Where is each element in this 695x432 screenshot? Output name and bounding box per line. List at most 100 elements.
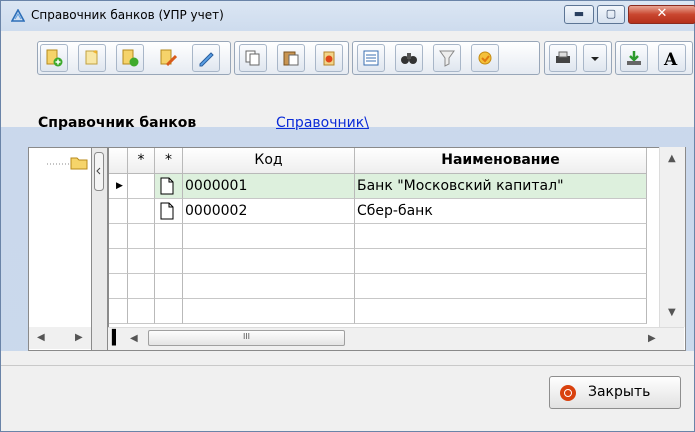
footer-divider: [1, 365, 694, 366]
add-copy-button[interactable]: [78, 44, 106, 72]
delete-button[interactable]: [315, 44, 343, 72]
refresh-button[interactable]: [471, 44, 499, 72]
dialog-footer: Закрыть: [1, 351, 694, 431]
table-cell[interactable]: [155, 249, 183, 274]
row-marker-icon: ▍: [112, 330, 123, 346]
cell-name[interactable]: Сбер-банк: [355, 199, 647, 224]
table-cell[interactable]: [128, 199, 155, 224]
document-icon: [160, 177, 174, 195]
table-cell[interactable]: [355, 274, 647, 299]
table-cell[interactable]: [155, 299, 183, 324]
table-cell[interactable]: [155, 199, 183, 224]
scroll-right-icon[interactable]: ▶: [648, 333, 656, 344]
row-indicator[interactable]: [109, 274, 128, 299]
grid-vertical-scrollbar[interactable]: ▲ ▼: [659, 147, 685, 327]
scroll-left-icon[interactable]: ◀: [130, 333, 138, 344]
table-cell[interactable]: [128, 224, 155, 249]
column-header-mark2[interactable]: *: [155, 148, 183, 174]
scroll-up-icon[interactable]: ▲: [668, 153, 676, 164]
toolbar-group-print: [544, 41, 612, 75]
minimize-button[interactable]: ▬: [564, 5, 594, 24]
row-indicator[interactable]: [109, 249, 128, 274]
table-cell[interactable]: [155, 174, 183, 199]
scroll-right-icon[interactable]: ▶: [75, 332, 83, 343]
row-indicator[interactable]: [109, 299, 128, 324]
edit-icon: [160, 49, 177, 67]
table-cell[interactable]: [128, 249, 155, 274]
add-group-icon: [122, 49, 139, 67]
copy-button[interactable]: [239, 44, 267, 72]
scroll-down-icon[interactable]: ▼: [668, 307, 676, 318]
table-cell[interactable]: [155, 274, 183, 299]
print-icon: [556, 51, 570, 63]
list-button[interactable]: [357, 44, 385, 72]
toolbar-group-edit: [37, 41, 231, 75]
toolbar-group-clipboard: [234, 41, 349, 75]
folder-tree[interactable]: [28, 147, 92, 351]
cell-name[interactable]: Банк "Московский капитал": [355, 174, 647, 199]
font-icon: A: [663, 50, 678, 67]
table-cell[interactable]: [183, 249, 355, 274]
font-button[interactable]: A: [658, 44, 686, 72]
close-power-icon: [560, 385, 576, 401]
print-button[interactable]: [549, 44, 577, 72]
dialog-window: Справочник банков (УПР учет) ▬ ▢ ✕ A Спр…: [0, 0, 695, 432]
table-cell[interactable]: [355, 299, 647, 324]
table-cell[interactable]: [355, 249, 647, 274]
copy-icon: [245, 50, 260, 66]
row-indicator[interactable]: [109, 224, 128, 249]
add-icon: [46, 49, 63, 67]
app-icon: [11, 9, 25, 22]
table-cell[interactable]: [183, 224, 355, 249]
pencil-icon: [199, 52, 214, 67]
table-cell[interactable]: [128, 274, 155, 299]
cell-code[interactable]: 0000002: [183, 199, 355, 224]
horizontal-scroll-thumb[interactable]: III: [148, 330, 345, 346]
splitter-handle-icon: [94, 152, 104, 191]
table-cell[interactable]: [183, 299, 355, 324]
filter-button[interactable]: [433, 44, 461, 72]
table-cell[interactable]: [183, 274, 355, 299]
maximize-button[interactable]: ▢: [597, 5, 625, 24]
column-header-code[interactable]: Код: [183, 148, 355, 174]
export-button[interactable]: [620, 44, 648, 72]
close-icon: ✕: [656, 6, 668, 21]
minimize-icon: ▬: [573, 7, 585, 20]
print-dropdown-button[interactable]: [583, 44, 607, 72]
column-header-mark1[interactable]: *: [128, 148, 155, 174]
add-group-button[interactable]: [116, 44, 144, 72]
table-cell[interactable]: [355, 224, 647, 249]
close-button[interactable]: Закрыть: [549, 376, 681, 409]
row-indicator[interactable]: ▶: [109, 174, 128, 199]
edit-button-2[interactable]: [192, 44, 220, 72]
data-grid[interactable]: * * Код Наименование ▶ 0000001 Банк "Мос…: [108, 147, 686, 351]
binoculars-icon: [401, 53, 417, 64]
scroll-left-icon[interactable]: ◀: [37, 332, 45, 343]
row-indicator[interactable]: [109, 199, 128, 224]
tree-horizontal-scrollbar[interactable]: ◀ ▶: [29, 327, 91, 349]
refresh-icon: [478, 51, 492, 65]
close-button-label: Закрыть: [588, 384, 651, 400]
folder-icon: [47, 157, 88, 170]
maximize-icon: ▢: [605, 7, 617, 20]
scroll-thumb-grip: III: [242, 332, 251, 341]
page-title: Справочник банков: [38, 115, 197, 131]
table-cell[interactable]: [155, 224, 183, 249]
breadcrumb-link[interactable]: Справочник\: [276, 115, 369, 131]
grid-horizontal-scrollbar[interactable]: ▍ ◀ III ▶: [108, 327, 684, 350]
edit-button[interactable]: [154, 44, 182, 72]
find-button[interactable]: [395, 44, 423, 72]
table-cell[interactable]: [128, 299, 155, 324]
toolbar: A: [1, 31, 694, 127]
cell-code[interactable]: 0000001: [183, 174, 355, 199]
paste-icon: [283, 51, 299, 66]
title-bar[interactable]: Справочник банков (УПР учет) ▬ ▢ ✕: [1, 1, 695, 31]
panel-splitter[interactable]: [92, 147, 108, 351]
add-copy-icon: [85, 50, 98, 65]
table-cell[interactable]: [128, 174, 155, 199]
column-header-name[interactable]: Наименование: [355, 148, 647, 174]
add-button[interactable]: [40, 44, 68, 72]
chevron-down-icon: [591, 57, 599, 61]
close-window-button[interactable]: ✕: [628, 5, 695, 24]
paste-button[interactable]: [277, 44, 305, 72]
